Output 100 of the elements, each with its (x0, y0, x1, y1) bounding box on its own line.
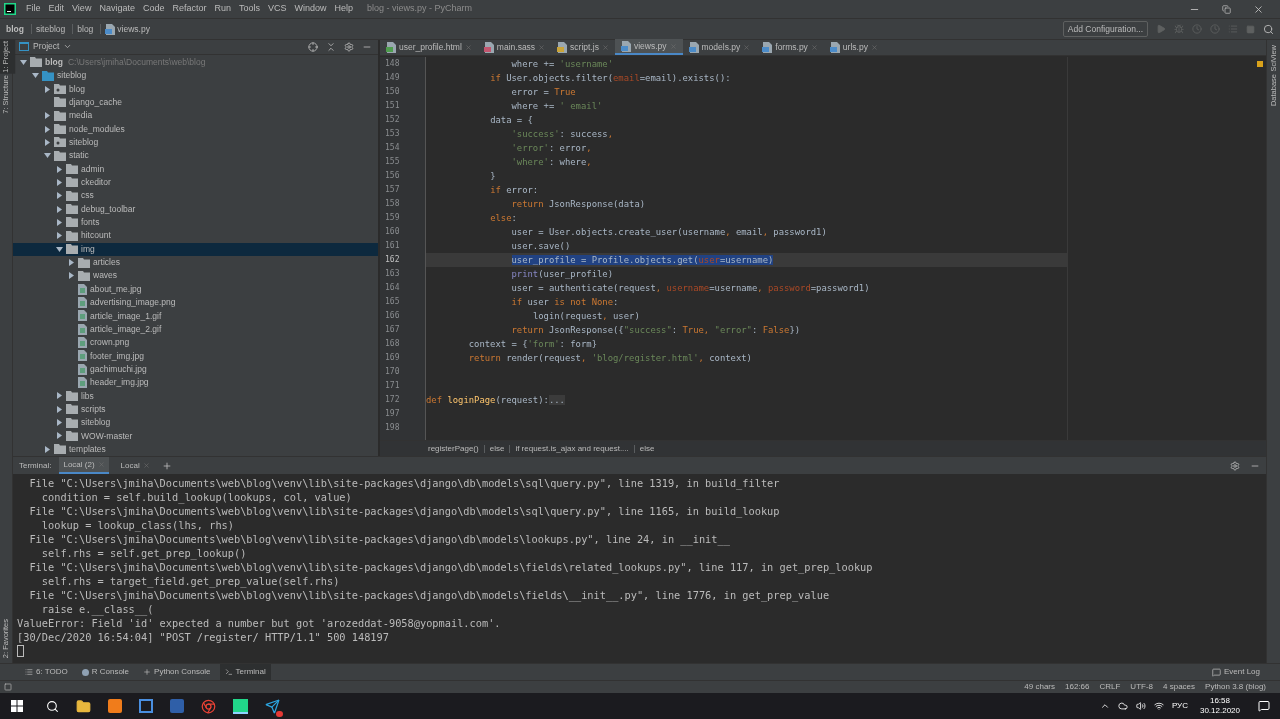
menu-item[interactable]: Tools (234, 2, 264, 16)
cloud-icon[interactable] (1117, 701, 1128, 711)
collapsed-arrow-icon[interactable] (55, 392, 63, 400)
collapsed-arrow-icon[interactable] (55, 165, 63, 173)
restore-icon[interactable] (1222, 4, 1231, 14)
menu-item[interactable]: Navigate (95, 2, 139, 16)
tree-item[interactable]: siteblog (13, 69, 378, 83)
menu-item[interactable]: File (22, 2, 45, 16)
editor-tab[interactable]: models.py (682, 39, 757, 55)
clock[interactable]: 16:58 30.12.2020 (1195, 696, 1244, 716)
status-item[interactable]: 162:66 (1065, 681, 1090, 693)
status-item[interactable]: UTF-8 (1130, 681, 1154, 693)
collapsed-arrow-icon[interactable] (43, 445, 51, 453)
menu-item[interactable]: Run (210, 2, 235, 16)
tree-item[interactable]: fonts (13, 215, 378, 230)
code-breadcrumb[interactable]: if request.is_ajax and request.... (515, 442, 629, 455)
collapsed-arrow-icon[interactable] (43, 112, 51, 120)
menu-item[interactable]: Code (138, 2, 169, 16)
menu-item[interactable]: Edit (44, 2, 69, 16)
panel-title[interactable]: Project (33, 40, 60, 54)
menu-item[interactable]: Window (290, 2, 331, 16)
collapsed-arrow-icon[interactable] (55, 205, 63, 213)
editor-tab[interactable]: main.sass (477, 39, 552, 55)
collapsed-arrow-icon[interactable] (43, 85, 51, 93)
tree-item[interactable]: debug_toolbar (13, 202, 378, 216)
menu-item[interactable]: VCS (264, 2, 291, 16)
expanded-arrow-icon[interactable] (43, 152, 51, 160)
nav-crumb[interactable]: views.py (117, 22, 150, 36)
status-item[interactable]: Python 3.8 (blog) (1205, 681, 1266, 693)
status-item[interactable]: CRLF (1099, 681, 1121, 693)
editor-tab[interactable]: urls.py (823, 39, 884, 55)
editor-tab[interactable]: views.py (614, 39, 683, 55)
locate-icon[interactable] (308, 41, 318, 52)
collapse-icon[interactable] (326, 41, 336, 52)
tree-item[interactable]: admin (13, 162, 378, 176)
tree-item[interactable]: css (13, 189, 378, 203)
tree-item[interactable]: static (13, 149, 378, 163)
collapsed-arrow-icon[interactable] (55, 405, 63, 413)
editor-tab[interactable]: script.js (551, 39, 615, 55)
tree-item[interactable]: libs (13, 389, 378, 403)
tree-item[interactable]: siteblog (13, 415, 378, 430)
tree-item[interactable]: about_me.jpg (13, 282, 378, 296)
add-configuration-button[interactable]: Add Configuration... (1062, 21, 1148, 37)
tree-item[interactable]: header_img.jpg (13, 375, 378, 390)
nav-crumb[interactable]: blog (6, 22, 24, 36)
keyboard-language[interactable]: РУС (1171, 700, 1188, 712)
tree-item[interactable]: waves (13, 269, 378, 283)
messenger-icon[interactable] (265, 698, 280, 714)
nav-crumb[interactable]: blog (77, 22, 94, 36)
tree-item[interactable]: django_cache (13, 95, 378, 110)
tree-item[interactable]: scripts (13, 402, 378, 416)
collapsed-arrow-icon[interactable] (55, 192, 63, 200)
tree-item[interactable]: node_modules (13, 122, 378, 136)
tree-item[interactable]: WOW-master (13, 429, 378, 443)
tree-item[interactable]: footer_img.jpg (13, 349, 378, 363)
tray-expand-icon[interactable] (1099, 701, 1110, 711)
volume-icon[interactable] (1135, 701, 1146, 711)
code-breadcrumb[interactable]: else (489, 442, 505, 455)
collapsed-arrow-icon[interactable] (55, 178, 63, 186)
tool-tab[interactable]: R Console (76, 664, 135, 680)
collapsed-arrow-icon[interactable] (55, 419, 63, 427)
tree-item[interactable]: blog (13, 82, 378, 96)
collapsed-arrow-icon[interactable] (55, 432, 63, 440)
menu-item[interactable]: Refactor (168, 2, 211, 16)
browser-icon[interactable] (201, 698, 216, 714)
close-icon[interactable] (1253, 3, 1264, 15)
tree-item[interactable]: siteblog (13, 135, 378, 150)
nav-crumb[interactable]: siteblog (35, 22, 66, 36)
tree-item[interactable]: article_image_2.gif (13, 322, 378, 336)
windows-start-icon[interactable] (11, 700, 23, 712)
notifications-icon[interactable] (1258, 700, 1270, 712)
collapsed-arrow-icon[interactable] (55, 219, 63, 226)
tree-item[interactable]: hitcount (13, 229, 378, 243)
tree-item[interactable]: ckeditor (13, 175, 378, 190)
status-item[interactable]: 49 chars (1024, 681, 1055, 693)
expanded-arrow-icon[interactable] (55, 245, 63, 253)
tree-item[interactable]: templates (13, 442, 378, 456)
collapsed-arrow-icon[interactable] (43, 125, 51, 133)
tool-tab[interactable]: Python Console (138, 664, 216, 680)
session-tab[interactable]: Local (116, 457, 154, 474)
editor-tab[interactable]: user_profile.html (380, 39, 478, 55)
tree-item[interactable]: article_image_1.gif (13, 309, 378, 323)
editor-tab[interactable]: forms.py (756, 39, 824, 55)
tool-tab[interactable]: Terminal (219, 664, 271, 680)
session-tab[interactable]: Local (2) (59, 457, 109, 474)
tree-item[interactable]: gachimuchi.jpg (13, 362, 378, 376)
tree-item[interactable]: crown.png (13, 335, 378, 350)
event-log-link[interactable]: Event Log (1223, 666, 1260, 678)
collapsed-arrow-icon[interactable] (43, 138, 51, 146)
menu-item[interactable]: Help (330, 2, 358, 16)
wifi-icon[interactable] (1153, 701, 1164, 711)
code-breadcrumb[interactable]: registerPage() (428, 442, 479, 455)
settings-icon[interactable] (1230, 460, 1240, 471)
code-breadcrumb[interactable]: else (639, 442, 655, 455)
tree-item[interactable]: articles (13, 255, 378, 270)
tree-item[interactable]: advertising_image.png (13, 295, 378, 310)
status-item[interactable]: 4 spaces (1163, 681, 1196, 693)
collapsed-arrow-icon[interactable] (55, 232, 63, 240)
tool-tab[interactable]: 6: TODO (20, 664, 73, 680)
tree-item[interactable]: img (13, 242, 378, 256)
